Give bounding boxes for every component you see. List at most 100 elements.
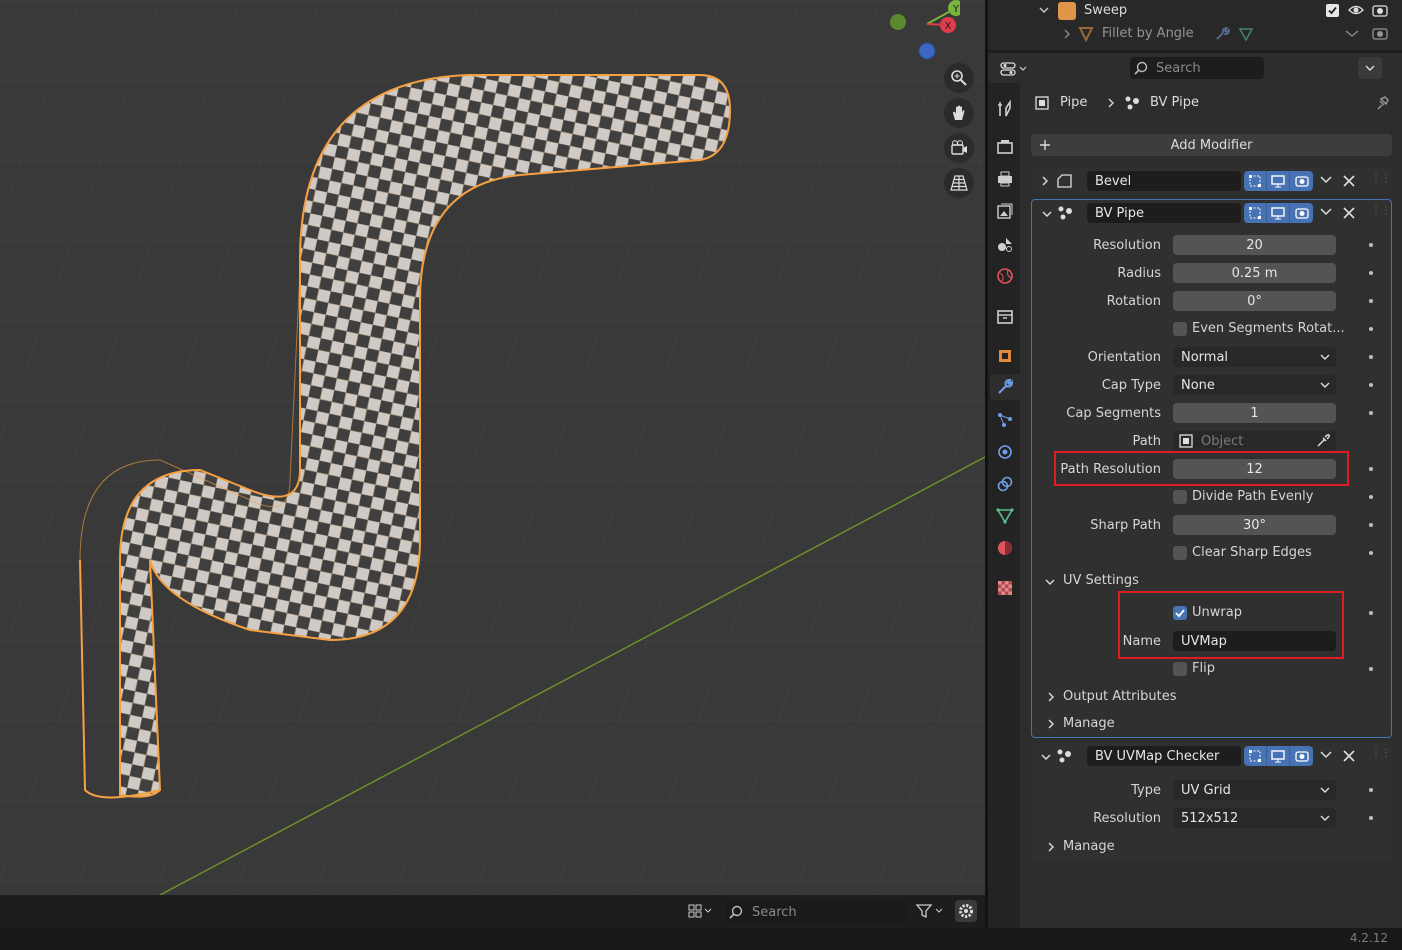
path-resolution-keyframe-dot[interactable] — [1369, 467, 1373, 471]
editmode-icon-2[interactable] — [1244, 203, 1267, 223]
viewport-monitor-icon[interactable] — [1267, 171, 1290, 191]
manage-header[interactable]: Manage — [1063, 716, 1115, 731]
display-mode-button[interactable] — [688, 901, 718, 921]
zoom-button[interactable] — [944, 63, 974, 93]
chevron-right-icon[interactable] — [1062, 28, 1072, 44]
checker-resolution-keyframe-dot[interactable] — [1369, 816, 1373, 820]
orientation-dropdown[interactable]: Normal — [1173, 347, 1336, 367]
tab-scene[interactable] — [992, 231, 1018, 257]
even-segments-checkbox[interactable] — [1173, 322, 1187, 336]
tab-output[interactable] — [992, 166, 1018, 192]
resolution-keyframe-dot[interactable] — [1369, 243, 1373, 247]
3d-viewport[interactable]: Y X — [0, 0, 985, 895]
render-camera-icon[interactable] — [1372, 3, 1388, 21]
bvpipe-drag-handle-icon[interactable]: ⋮⋮ — [1371, 205, 1391, 216]
exclude-checkbox[interactable] — [1326, 4, 1339, 17]
viewport-monitor-icon-3[interactable] — [1267, 746, 1290, 766]
filter-button[interactable] — [915, 901, 949, 921]
options-dropdown-button[interactable] — [1358, 57, 1382, 79]
chevron-down-icon-bvpipe[interactable] — [1041, 208, 1053, 224]
bvpipe-name-field[interactable]: BV Pipe — [1087, 203, 1241, 223]
tab-material[interactable] — [992, 535, 1018, 561]
editor-type-button[interactable] — [1000, 58, 1032, 80]
checker-drag-handle-icon[interactable]: ⋮⋮ — [1371, 748, 1391, 759]
outliner-row-sweep[interactable]: Sweep — [1038, 0, 1398, 22]
bevel-dropdown-icon[interactable] — [1319, 174, 1333, 190]
tab-object[interactable] — [992, 343, 1018, 369]
chevron-right-icon-bevel[interactable] — [1040, 175, 1050, 191]
render-camera-toggle-icon-3[interactable] — [1290, 746, 1313, 766]
flip-keyframe-dot[interactable] — [1369, 667, 1373, 671]
bvpipe-close-icon[interactable] — [1342, 206, 1356, 224]
cap-segments-keyframe-dot[interactable] — [1369, 411, 1373, 415]
checker-close-icon[interactable] — [1342, 749, 1356, 767]
cap-segments-field[interactable]: 1 — [1173, 403, 1336, 423]
uv-settings-header[interactable]: UV Settings — [1063, 573, 1139, 588]
viewport-monitor-icon-2[interactable] — [1267, 203, 1290, 223]
chevron-down-icon[interactable] — [1038, 4, 1050, 20]
divide-path-keyframe-dot[interactable] — [1369, 495, 1373, 499]
cap-type-dropdown[interactable]: None — [1173, 375, 1336, 395]
editmode-icon[interactable] — [1244, 171, 1267, 191]
output-attributes-header[interactable]: Output Attributes — [1063, 689, 1176, 704]
tab-render[interactable] — [992, 134, 1018, 160]
add-modifier-button[interactable]: Add Modifier — [1031, 134, 1392, 156]
outliner-row-fillet[interactable]: Fillet by Angle — [1038, 23, 1398, 45]
checker-type-keyframe-dot[interactable] — [1369, 788, 1373, 792]
tab-tool[interactable] — [992, 96, 1018, 122]
rotation-field[interactable]: 0° — [1173, 291, 1336, 311]
chevron-right-icon-manage-2[interactable] — [1046, 841, 1056, 857]
chevron-right-icon-manage[interactable] — [1046, 718, 1056, 734]
bevel-visibility-toggles[interactable] — [1244, 171, 1313, 191]
footer-search-input[interactable]: Search — [726, 901, 908, 923]
perspective-toggle-button[interactable] — [944, 168, 974, 198]
bvpipe-dropdown-icon[interactable] — [1319, 206, 1333, 222]
camera-view-button[interactable] — [944, 133, 974, 163]
radius-field[interactable]: 0.25 m — [1173, 263, 1336, 283]
properties-search-input[interactable]: Search — [1130, 57, 1264, 79]
tab-collection[interactable] — [992, 304, 1018, 330]
tab-world[interactable] — [992, 263, 1018, 289]
editmode-icon-3[interactable] — [1244, 746, 1267, 766]
axis-gizmo[interactable]: Y X — [880, 0, 960, 70]
divide-path-checkbox[interactable] — [1173, 490, 1187, 504]
render-camera-toggle-icon[interactable] — [1290, 171, 1313, 191]
clear-sharp-keyframe-dot[interactable] — [1369, 551, 1373, 555]
bvpipe-visibility-toggles[interactable] — [1244, 203, 1313, 223]
clear-sharp-checkbox[interactable] — [1173, 546, 1187, 560]
cap-type-keyframe-dot[interactable] — [1369, 383, 1373, 387]
bevel-close-icon[interactable] — [1342, 174, 1356, 192]
tab-data[interactable] — [992, 503, 1018, 529]
pin-icon[interactable] — [1374, 95, 1390, 115]
rotation-keyframe-dot[interactable] — [1369, 299, 1373, 303]
orientation-keyframe-dot[interactable] — [1369, 355, 1373, 359]
path-object-field[interactable]: Object — [1173, 431, 1336, 451]
settings-button[interactable] — [955, 900, 977, 922]
tab-constraints[interactable] — [992, 471, 1018, 497]
bevel-name-field[interactable]: Bevel — [1087, 171, 1241, 191]
unwrap-keyframe-dot[interactable] — [1369, 611, 1373, 615]
tab-particles[interactable] — [992, 407, 1018, 433]
chevron-down-icon-checker[interactable] — [1040, 751, 1052, 767]
render-camera-toggle-icon-2[interactable] — [1290, 203, 1313, 223]
tab-physics[interactable] — [992, 439, 1018, 465]
tab-modifiers[interactable] — [990, 374, 1020, 400]
eye-icon[interactable] — [1348, 3, 1364, 21]
checker-dropdown-icon[interactable] — [1319, 749, 1333, 765]
even-segments-keyframe-dot[interactable] — [1369, 327, 1373, 331]
pan-button[interactable] — [944, 98, 974, 128]
chevron-right-icon-output[interactable] — [1046, 691, 1056, 707]
chevron-down-icon-uv[interactable] — [1044, 576, 1056, 592]
tab-view-layer[interactable] — [992, 198, 1018, 224]
flip-checkbox[interactable] — [1173, 662, 1187, 676]
checker-visibility-toggles[interactable] — [1244, 746, 1313, 766]
sharp-path-keyframe-dot[interactable] — [1369, 523, 1373, 527]
eyedropper-icon[interactable] — [1316, 434, 1330, 448]
checker-resolution-dropdown[interactable]: 512x512 — [1173, 808, 1336, 828]
tab-texture[interactable] — [992, 575, 1018, 601]
resolution-field[interactable]: 20 — [1173, 235, 1336, 255]
render-camera-icon-2[interactable] — [1372, 26, 1388, 44]
chevron-down-small-icon[interactable] — [1344, 27, 1360, 43]
sharp-path-field[interactable]: 30° — [1173, 515, 1336, 535]
bevel-drag-handle-icon[interactable]: ⋮⋮ — [1371, 173, 1391, 184]
